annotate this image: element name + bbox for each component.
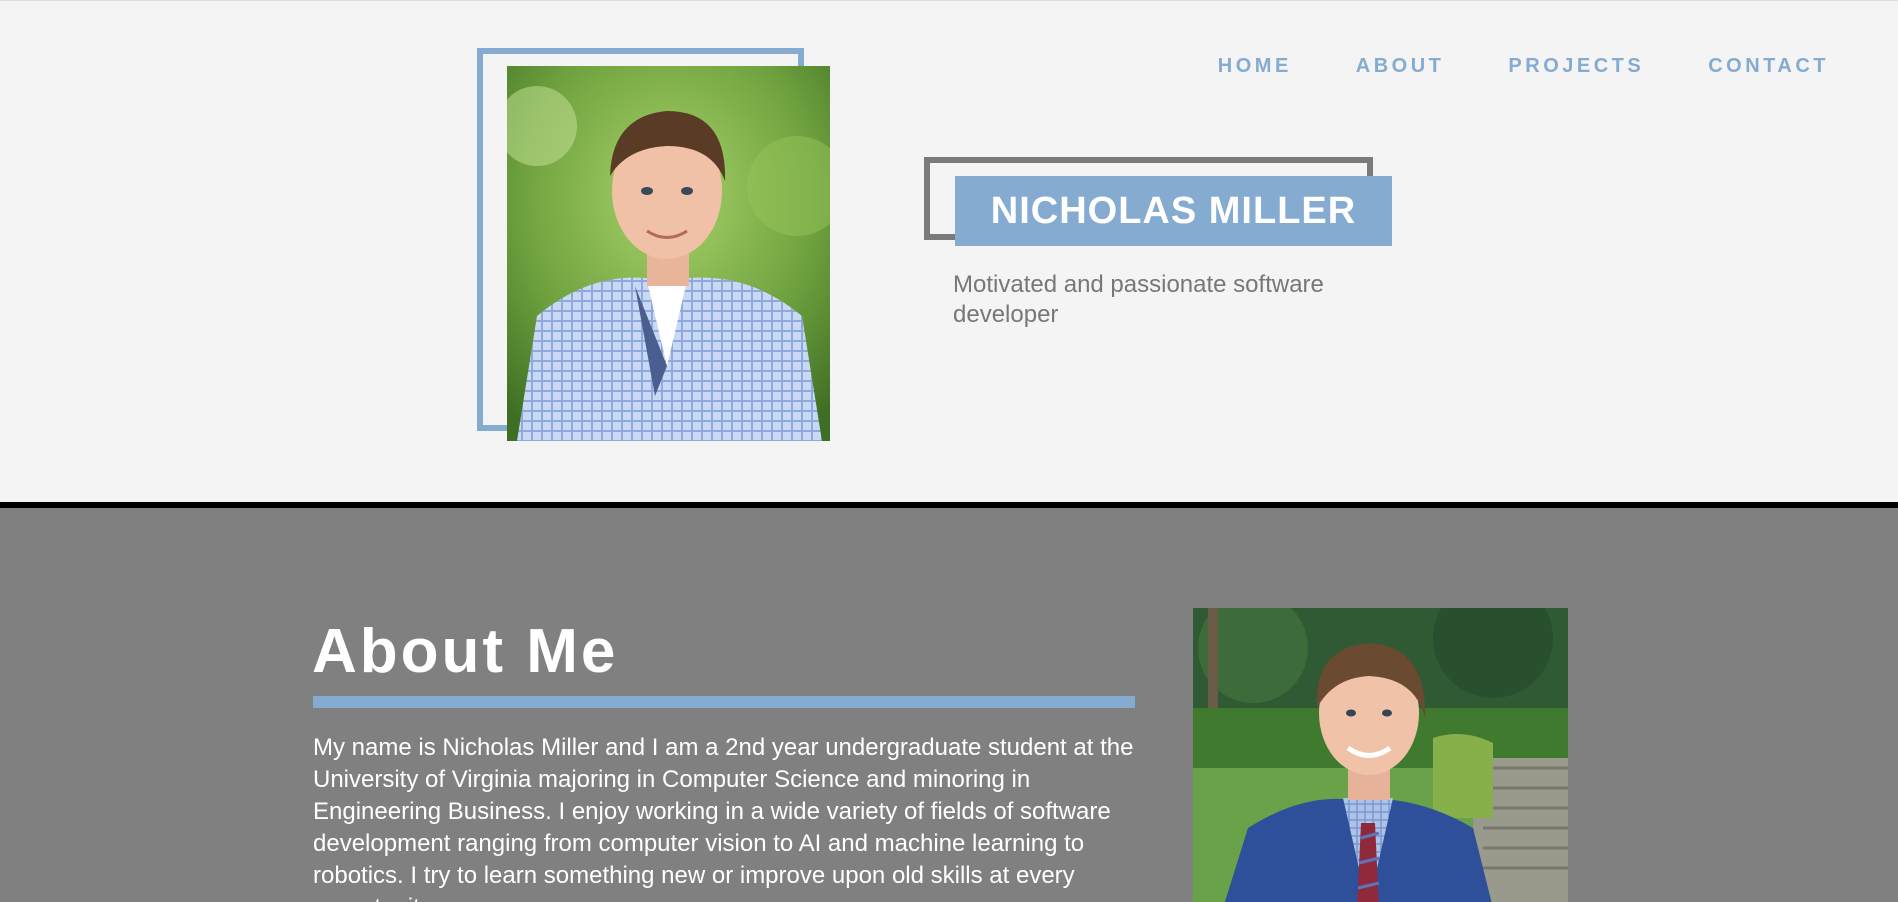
nav-home-link[interactable]: HOME xyxy=(1218,55,1292,78)
about-photo xyxy=(1193,608,1568,902)
nav-projects-link[interactable]: PROJECTS xyxy=(1508,55,1644,78)
hero-name: NICHOLAS MILLER xyxy=(990,189,1357,232)
nav-contact-link[interactable]: CONTACT xyxy=(1708,55,1829,78)
hero-section: HOME ABOUT PROJECTS CONTACT NICHOLAS MIL… xyxy=(0,0,1898,502)
nav-about-link[interactable]: ABOUT xyxy=(1356,55,1445,78)
about-title-underline xyxy=(313,696,1135,708)
profile-photo xyxy=(507,66,830,441)
about-body-text: My name is Nicholas Miller and I am a 2n… xyxy=(313,734,1134,902)
about-title: About Me xyxy=(312,617,619,686)
hero-tagline: Motivated and passionate software develo… xyxy=(953,271,1324,328)
main-nav: HOME ABOUT PROJECTS CONTACT xyxy=(1218,55,1829,78)
name-banner: NICHOLAS MILLER xyxy=(955,176,1392,246)
about-section: About Me My name is Nicholas Miller and … xyxy=(0,508,1898,902)
